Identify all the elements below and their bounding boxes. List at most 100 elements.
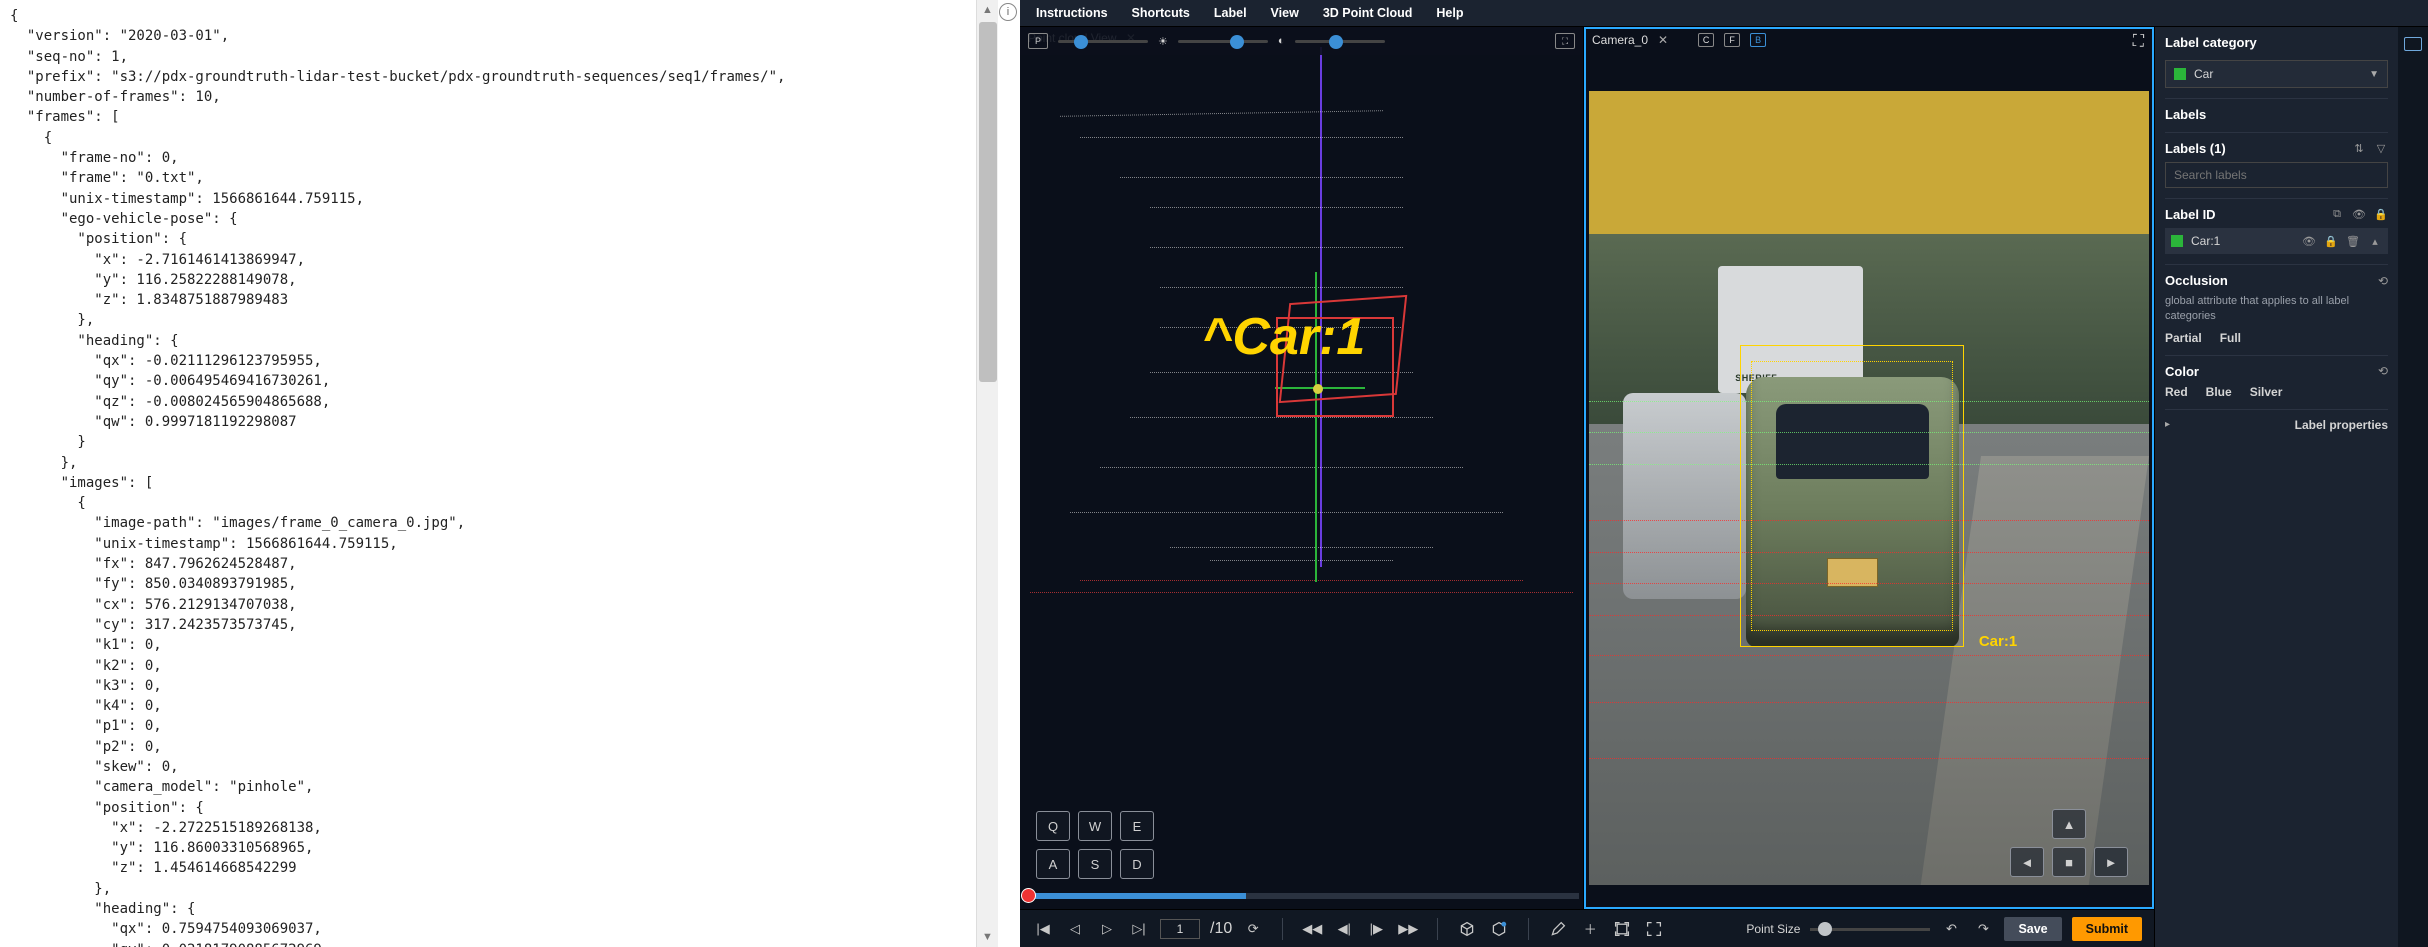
code-scrollbar[interactable]: ▲ ▼: [976, 0, 998, 947]
key-up[interactable]: ▲: [2052, 809, 2086, 839]
occlusion-partial[interactable]: Partial: [2165, 331, 2202, 345]
step-back-button[interactable]: ◀|: [1333, 918, 1355, 940]
json-code: { "version": "2020-03-01", "seq-no": 1, …: [0, 0, 975, 947]
pc-canvas[interactable]: ^Car:1: [1020, 27, 1583, 909]
menu-shortcuts[interactable]: Shortcuts: [1132, 6, 1190, 20]
key-s[interactable]: S: [1078, 849, 1112, 879]
delete-icon[interactable]: 🗑: [2346, 234, 2360, 248]
right-panel: Label category Car ▼ Labels Labels (1) ⇅…: [2154, 27, 2398, 947]
skip-back-button[interactable]: ◀◀: [1301, 918, 1323, 940]
reset-icon[interactable]: ⟲: [2378, 364, 2388, 378]
category-swatch: [2174, 68, 2186, 80]
redo-button[interactable]: ↷: [1972, 918, 1994, 940]
chevron-right-icon: ▸: [2165, 419, 2170, 430]
step-fwd-button[interactable]: |▶: [1365, 918, 1387, 940]
color-title: Color: [2165, 364, 2199, 379]
brightness-slider[interactable]: [1178, 36, 1268, 46]
sort-icon[interactable]: ⇅: [2352, 142, 2366, 156]
badge-c[interactable]: C: [1698, 33, 1714, 47]
submit-button[interactable]: Submit: [2072, 917, 2142, 941]
perspective-toggle[interactable]: P: [1028, 33, 1048, 49]
category-value: Car: [2194, 67, 2213, 81]
key-q[interactable]: Q: [1036, 811, 1070, 841]
point-cloud-view[interactable]: Point cloud View ✕ P ☀ ◐ ⛶: [1020, 27, 1584, 909]
expand-icon[interactable]: ⛶: [1555, 33, 1575, 49]
bbox-2d-label: Car:1: [1979, 633, 2017, 650]
menu-view[interactable]: View: [1271, 6, 1299, 20]
key-center[interactable]: ■: [2052, 847, 2086, 877]
label-swatch: [2171, 235, 2183, 247]
reset-icon[interactable]: ⟲: [2378, 274, 2388, 288]
play-button[interactable]: ▷: [1096, 918, 1118, 940]
point-size-slider[interactable]: [1810, 924, 1930, 934]
badge-b[interactable]: B: [1750, 33, 1766, 47]
pc-timeline[interactable]: [1024, 893, 1579, 899]
bottom-bar: |◀ ◁ ▷ ▷| /10 ⟳ ◀◀ ◀| |▶ ▶▶: [1020, 909, 2154, 947]
filter-icon[interactable]: ▽: [2374, 142, 2388, 156]
bbox-label: ^Car:1: [1202, 307, 1365, 367]
edit-icon[interactable]: [1547, 918, 1569, 940]
fullscreen-icon[interactable]: [1643, 918, 1665, 940]
menu-label[interactable]: Label: [1214, 6, 1247, 20]
close-icon[interactable]: ✕: [1658, 33, 1668, 47]
save-button[interactable]: Save: [2004, 917, 2061, 941]
key-left[interactable]: ◄: [2010, 847, 2044, 877]
contrast-icon: ◐: [1278, 35, 1285, 47]
add-icon[interactable]: ＋: [1579, 918, 1601, 940]
key-w[interactable]: W: [1078, 811, 1112, 841]
vehicle-side: [1623, 393, 1746, 599]
sun-icon: ☀: [1158, 35, 1168, 48]
expand-icon[interactable]: ⛶: [2133, 33, 2144, 51]
hide-icon[interactable]: 👁: [2302, 234, 2316, 248]
undo-button[interactable]: ↶: [1940, 918, 1962, 940]
refresh-button[interactable]: ⟳: [1242, 918, 1264, 940]
bbox-2d-inner: [1751, 361, 1953, 631]
lock-icon[interactable]: 🔒: [2374, 208, 2388, 222]
menu-help[interactable]: Help: [1436, 6, 1463, 20]
occlusion-title: Occlusion: [2165, 273, 2228, 288]
search-labels-input[interactable]: [2165, 162, 2388, 188]
visibility-icon[interactable]: 👁: [2352, 208, 2366, 222]
cube-icon[interactable]: [1456, 918, 1478, 940]
duplicate-icon[interactable]: ⧉: [2330, 208, 2344, 222]
color-red[interactable]: Red: [2165, 385, 2188, 399]
panel-toggle-icon[interactable]: [2404, 37, 2422, 51]
key-d[interactable]: D: [1120, 849, 1154, 879]
chevron-up-icon[interactable]: ▴: [2368, 234, 2382, 248]
camera-image[interactable]: Car:1: [1589, 91, 2149, 885]
color-silver[interactable]: Silver: [2250, 385, 2283, 399]
menu-instructions[interactable]: Instructions: [1036, 6, 1108, 20]
camera-view[interactable]: Camera_0 ✕ C F B ⛶: [1584, 27, 2154, 909]
cube-add-icon[interactable]: [1488, 918, 1510, 940]
label-item-row[interactable]: Car:1 👁 🔒 🗑 ▴: [2165, 228, 2388, 254]
key-e[interactable]: E: [1120, 811, 1154, 841]
lock-icon[interactable]: 🔒: [2324, 234, 2338, 248]
arrow-keys: ▲ ◄ ■ ►: [2010, 809, 2128, 877]
label-properties-title: Label properties: [2295, 418, 2388, 432]
slider-1[interactable]: [1058, 36, 1148, 46]
side-rail: [2398, 27, 2428, 947]
color-blue[interactable]: Blue: [2206, 385, 2232, 399]
key-right[interactable]: ►: [2094, 847, 2128, 877]
contrast-slider[interactable]: [1295, 36, 1385, 46]
occlusion-full[interactable]: Full: [2220, 331, 2241, 345]
key-a[interactable]: A: [1036, 849, 1070, 879]
prev-frame-button[interactable]: ◁: [1064, 918, 1086, 940]
menu-3d-point-cloud[interactable]: 3D Point Cloud: [1323, 6, 1413, 20]
cam-title: Camera_0: [1592, 33, 1648, 47]
label-properties-row[interactable]: ▸ Label properties: [2165, 418, 2388, 432]
info-icon[interactable]: i: [999, 3, 1017, 21]
label-category-select[interactable]: Car ▼: [2165, 60, 2388, 88]
first-frame-button[interactable]: |◀: [1032, 918, 1054, 940]
nav-keys: Q W E A S D: [1036, 811, 1154, 879]
next-frame-button[interactable]: ▷|: [1128, 918, 1150, 940]
json-code-pane: { "version": "2020-03-01", "seq-no": 1, …: [0, 0, 1020, 947]
occlusion-desc: global attribute that applies to all lab…: [2165, 294, 2388, 325]
skip-fwd-button[interactable]: ▶▶: [1397, 918, 1419, 940]
cam-tab: Camera_0 ✕ C F B: [1592, 33, 1776, 47]
frame-input[interactable]: [1160, 919, 1200, 939]
label-item-text: Car:1: [2191, 234, 2220, 248]
label-category-title: Label category: [2165, 35, 2388, 50]
focus-icon[interactable]: [1611, 918, 1633, 940]
badge-f[interactable]: F: [1724, 33, 1740, 47]
